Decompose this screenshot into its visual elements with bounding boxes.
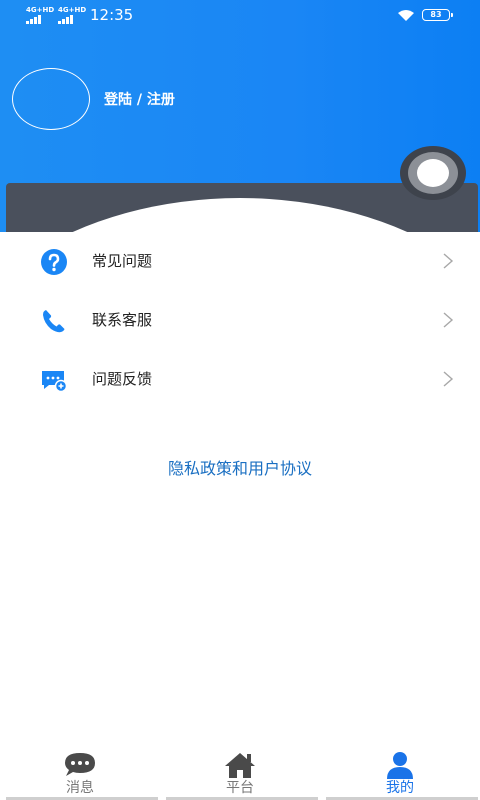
tab-platform[interactable]: 平台 (160, 742, 320, 800)
signal-label: 4G+HD (26, 6, 55, 14)
tab-label: 我的 (386, 780, 414, 796)
chevron-right-icon (443, 253, 454, 269)
menu-item-faq[interactable]: 常见问题 (0, 232, 480, 291)
tab-label: 平台 (226, 780, 254, 796)
menu-list: 常见问题 联系客服 问题反馈 (0, 232, 480, 409)
chevron-right-icon (443, 371, 454, 387)
menu-item-label: 常见问题 (92, 252, 153, 270)
bottom-tab-bar: 消息 平台 我的 (0, 742, 480, 800)
battery-icon: 83 (422, 9, 453, 21)
privacy-policy-link[interactable]: 隐私政策和用户协议 (0, 457, 480, 481)
menu-item-feedback[interactable]: 问题反馈 (0, 350, 480, 409)
signal-icon: 4G+HD (26, 7, 54, 24)
tab-messages[interactable]: 消息 (0, 742, 160, 800)
tab-label: 消息 (66, 780, 94, 796)
wifi-icon (398, 10, 414, 21)
menu-item-label: 问题反馈 (92, 370, 153, 388)
help-circle-icon (41, 249, 67, 275)
feedback-icon (42, 371, 68, 393)
signal-label: 4G+HD (58, 6, 87, 14)
chevron-right-icon (443, 312, 454, 328)
home-icon (225, 753, 255, 778)
tab-mine[interactable]: 我的 (320, 742, 480, 800)
phone-icon (43, 310, 65, 333)
menu-item-contact-support[interactable]: 联系客服 (0, 291, 480, 350)
status-bar: 4G+HD 4G+HD 12:35 83 (0, 0, 480, 30)
status-time: 12:35 (90, 6, 134, 24)
signal-icon: 4G+HD (58, 7, 86, 24)
chat-bubble-icon (65, 753, 95, 776)
avatar[interactable] (12, 68, 90, 130)
user-icon (387, 752, 413, 779)
menu-item-label: 联系客服 (92, 311, 153, 329)
floating-knob-icon (400, 146, 466, 200)
login-register-link[interactable]: 登陆 / 注册 (104, 90, 175, 110)
profile-header: 4G+HD 4G+HD 12:35 83 登陆 / 注册 (0, 0, 480, 232)
